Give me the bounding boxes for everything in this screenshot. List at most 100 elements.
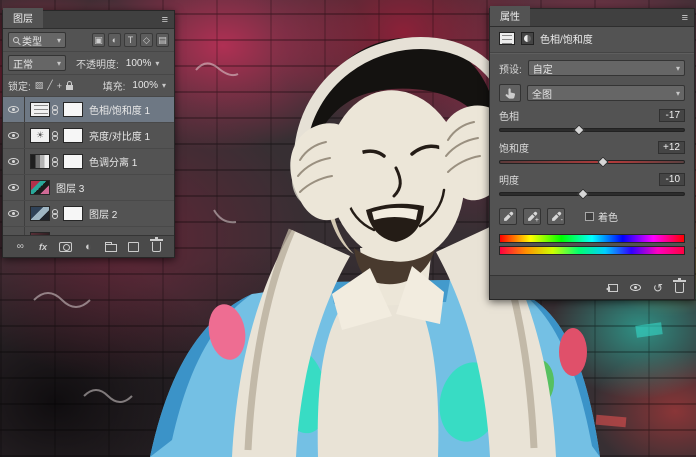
eyedropper-button[interactable] [499, 208, 517, 225]
search-icon [13, 37, 19, 43]
link-layers-icon[interactable] [13, 239, 27, 255]
tab-properties[interactable]: 属性 [490, 6, 530, 26]
channel-dropdown[interactable]: 全图 [527, 85, 685, 101]
visibility-toggle[interactable] [3, 149, 25, 174]
mask-link-icon [52, 104, 58, 115]
layer-row-layer2[interactable]: 图层 2 [3, 201, 174, 227]
colorize-checkbox[interactable] [585, 212, 594, 221]
filter-type-label: 类型 [22, 36, 42, 48]
add-mask-button[interactable] [59, 239, 73, 255]
visibility-toggle[interactable] [3, 201, 25, 226]
delete-adjustment-button[interactable] [673, 277, 686, 293]
layer-row-layer1[interactable]: 图层 1 [3, 227, 174, 235]
filter-type-dropdown[interactable]: 类型 [8, 32, 66, 48]
adjustment-thumbnail[interactable] [30, 128, 50, 143]
clip-to-layer-button[interactable] [605, 283, 618, 292]
saturation-slider-track[interactable] [499, 156, 685, 168]
visibility-toggle[interactable] [3, 175, 25, 200]
layer-row-brightness-contrast[interactable]: 亮度/对比度 1 [3, 123, 174, 149]
visibility-toggle[interactable] [3, 227, 25, 235]
colorize-label: 着色 [598, 213, 618, 224]
tab-layers[interactable]: 图层 [3, 8, 43, 28]
preset-dropdown[interactable]: 自定 [527, 60, 685, 76]
layer-row-hue-saturation[interactable]: 色相/饱和度 1 [3, 97, 174, 123]
mask-thumbnail[interactable] [63, 206, 83, 221]
saturation-slider-thumb[interactable] [597, 156, 609, 168]
chevron-down-icon [676, 88, 680, 99]
reset-icon[interactable] [653, 281, 663, 295]
preset-label: 预设: [499, 64, 522, 76]
toggle-visibility-button[interactable] [629, 284, 641, 291]
subtract-eyedropper-button[interactable]: - [547, 208, 565, 225]
adjustment-thumbnail[interactable] [30, 102, 50, 117]
lightness-slider-track[interactable] [499, 188, 685, 200]
layer-row-posterize[interactable]: 色调分离 1 [3, 149, 174, 175]
preset-row: 预设: 自定 [490, 56, 694, 80]
new-group-button[interactable] [104, 239, 118, 255]
saturation-value[interactable]: +12 [658, 141, 685, 154]
layer-name[interactable]: 图层 2 [89, 206, 117, 221]
adjustment-thumbnail[interactable] [30, 154, 50, 169]
hand-icon [505, 87, 515, 99]
filter-adjustment-icon[interactable]: ◐ [108, 33, 121, 47]
filter-pixel-icon[interactable]: ▣ [92, 33, 105, 47]
adjustment-title-row: 色相/饱和度 [490, 27, 694, 50]
layer-name[interactable]: 亮度/对比度 1 [89, 128, 150, 143]
blend-mode-dropdown[interactable]: 正常 [8, 55, 66, 71]
layer-thumbnail[interactable] [30, 206, 50, 221]
opacity-label: 不透明度: [76, 59, 119, 71]
mask-thumbnail[interactable] [63, 128, 83, 143]
layer-list: 色相/饱和度 1 亮度/对比度 1 色调分离 1 图层 3 [3, 97, 174, 235]
mask-thumbnail[interactable] [63, 102, 83, 117]
fill-dropdown[interactable]: 100% [129, 79, 169, 93]
filter-shape-icon[interactable]: ◇ [140, 33, 153, 47]
opacity-value: 100% [125, 57, 152, 69]
mask-link-icon [52, 208, 58, 219]
delete-layer-button[interactable] [150, 236, 164, 255]
chevron-down-icon [57, 35, 61, 46]
new-layer-button[interactable] [127, 239, 141, 255]
clip-to-layer-icon [605, 283, 618, 292]
hue-saturation-icon [499, 32, 515, 45]
lock-transparency-icon[interactable]: ▨ [35, 80, 44, 91]
preset-value: 自定 [532, 64, 553, 76]
hue-value[interactable]: -17 [659, 109, 685, 122]
filter-smart-object-icon[interactable]: ▤ [156, 33, 169, 47]
filter-type-icon[interactable]: T [124, 33, 137, 47]
lightness-slider-thumb[interactable] [577, 188, 589, 200]
channel-value: 全图 [532, 89, 552, 101]
opacity-dropdown[interactable]: 100% [123, 56, 163, 70]
add-eyedropper-button[interactable]: + [523, 208, 541, 225]
panel-menu-icon[interactable] [676, 12, 694, 26]
hue-slider-group: 色相 -17 [490, 106, 694, 138]
targeted-adjustment-button[interactable] [499, 84, 521, 102]
colorize-control[interactable]: 着色 [585, 209, 618, 224]
mask-link-icon [52, 156, 58, 167]
visibility-toggle[interactable] [3, 97, 25, 122]
mask-thumbnail[interactable] [63, 154, 83, 169]
layer-name[interactable]: 色相/饱和度 1 [89, 102, 150, 117]
hue-spectrum-bar-top [499, 234, 685, 243]
lock-all-icon[interactable] [65, 81, 73, 90]
panel-menu-icon[interactable] [156, 14, 174, 28]
layer-name[interactable]: 图层 3 [56, 180, 84, 195]
adjustment-title: 色相/饱和度 [540, 35, 593, 46]
layer-style-icon[interactable]: fx [36, 239, 50, 255]
new-adjustment-layer-icon[interactable] [81, 239, 95, 255]
layer-name[interactable]: 色调分离 1 [89, 154, 137, 169]
eye-icon [8, 210, 19, 217]
layers-panel-header: 图层 [3, 8, 174, 29]
eyedropper-icon [503, 211, 513, 221]
hue-slider-track[interactable] [499, 124, 685, 136]
fill-value: 100% [132, 80, 158, 91]
layer-row-layer3[interactable]: 图层 3 [3, 175, 174, 201]
lightness-value[interactable]: -10 [659, 173, 685, 186]
layer-thumbnail[interactable] [30, 180, 50, 195]
eye-icon [629, 284, 641, 291]
visibility-toggle[interactable] [3, 123, 25, 148]
photoshop-workspace: 图层 类型 ▣ ◐ T ◇ ▤ 正常 [0, 0, 696, 457]
lock-row: 锁定: ▨ ╱ + 填充: 100% [3, 75, 174, 97]
hue-slider-thumb[interactable] [573, 124, 585, 136]
lock-paint-icon[interactable]: ╱ [47, 80, 52, 91]
lock-position-icon[interactable]: + [57, 81, 62, 91]
